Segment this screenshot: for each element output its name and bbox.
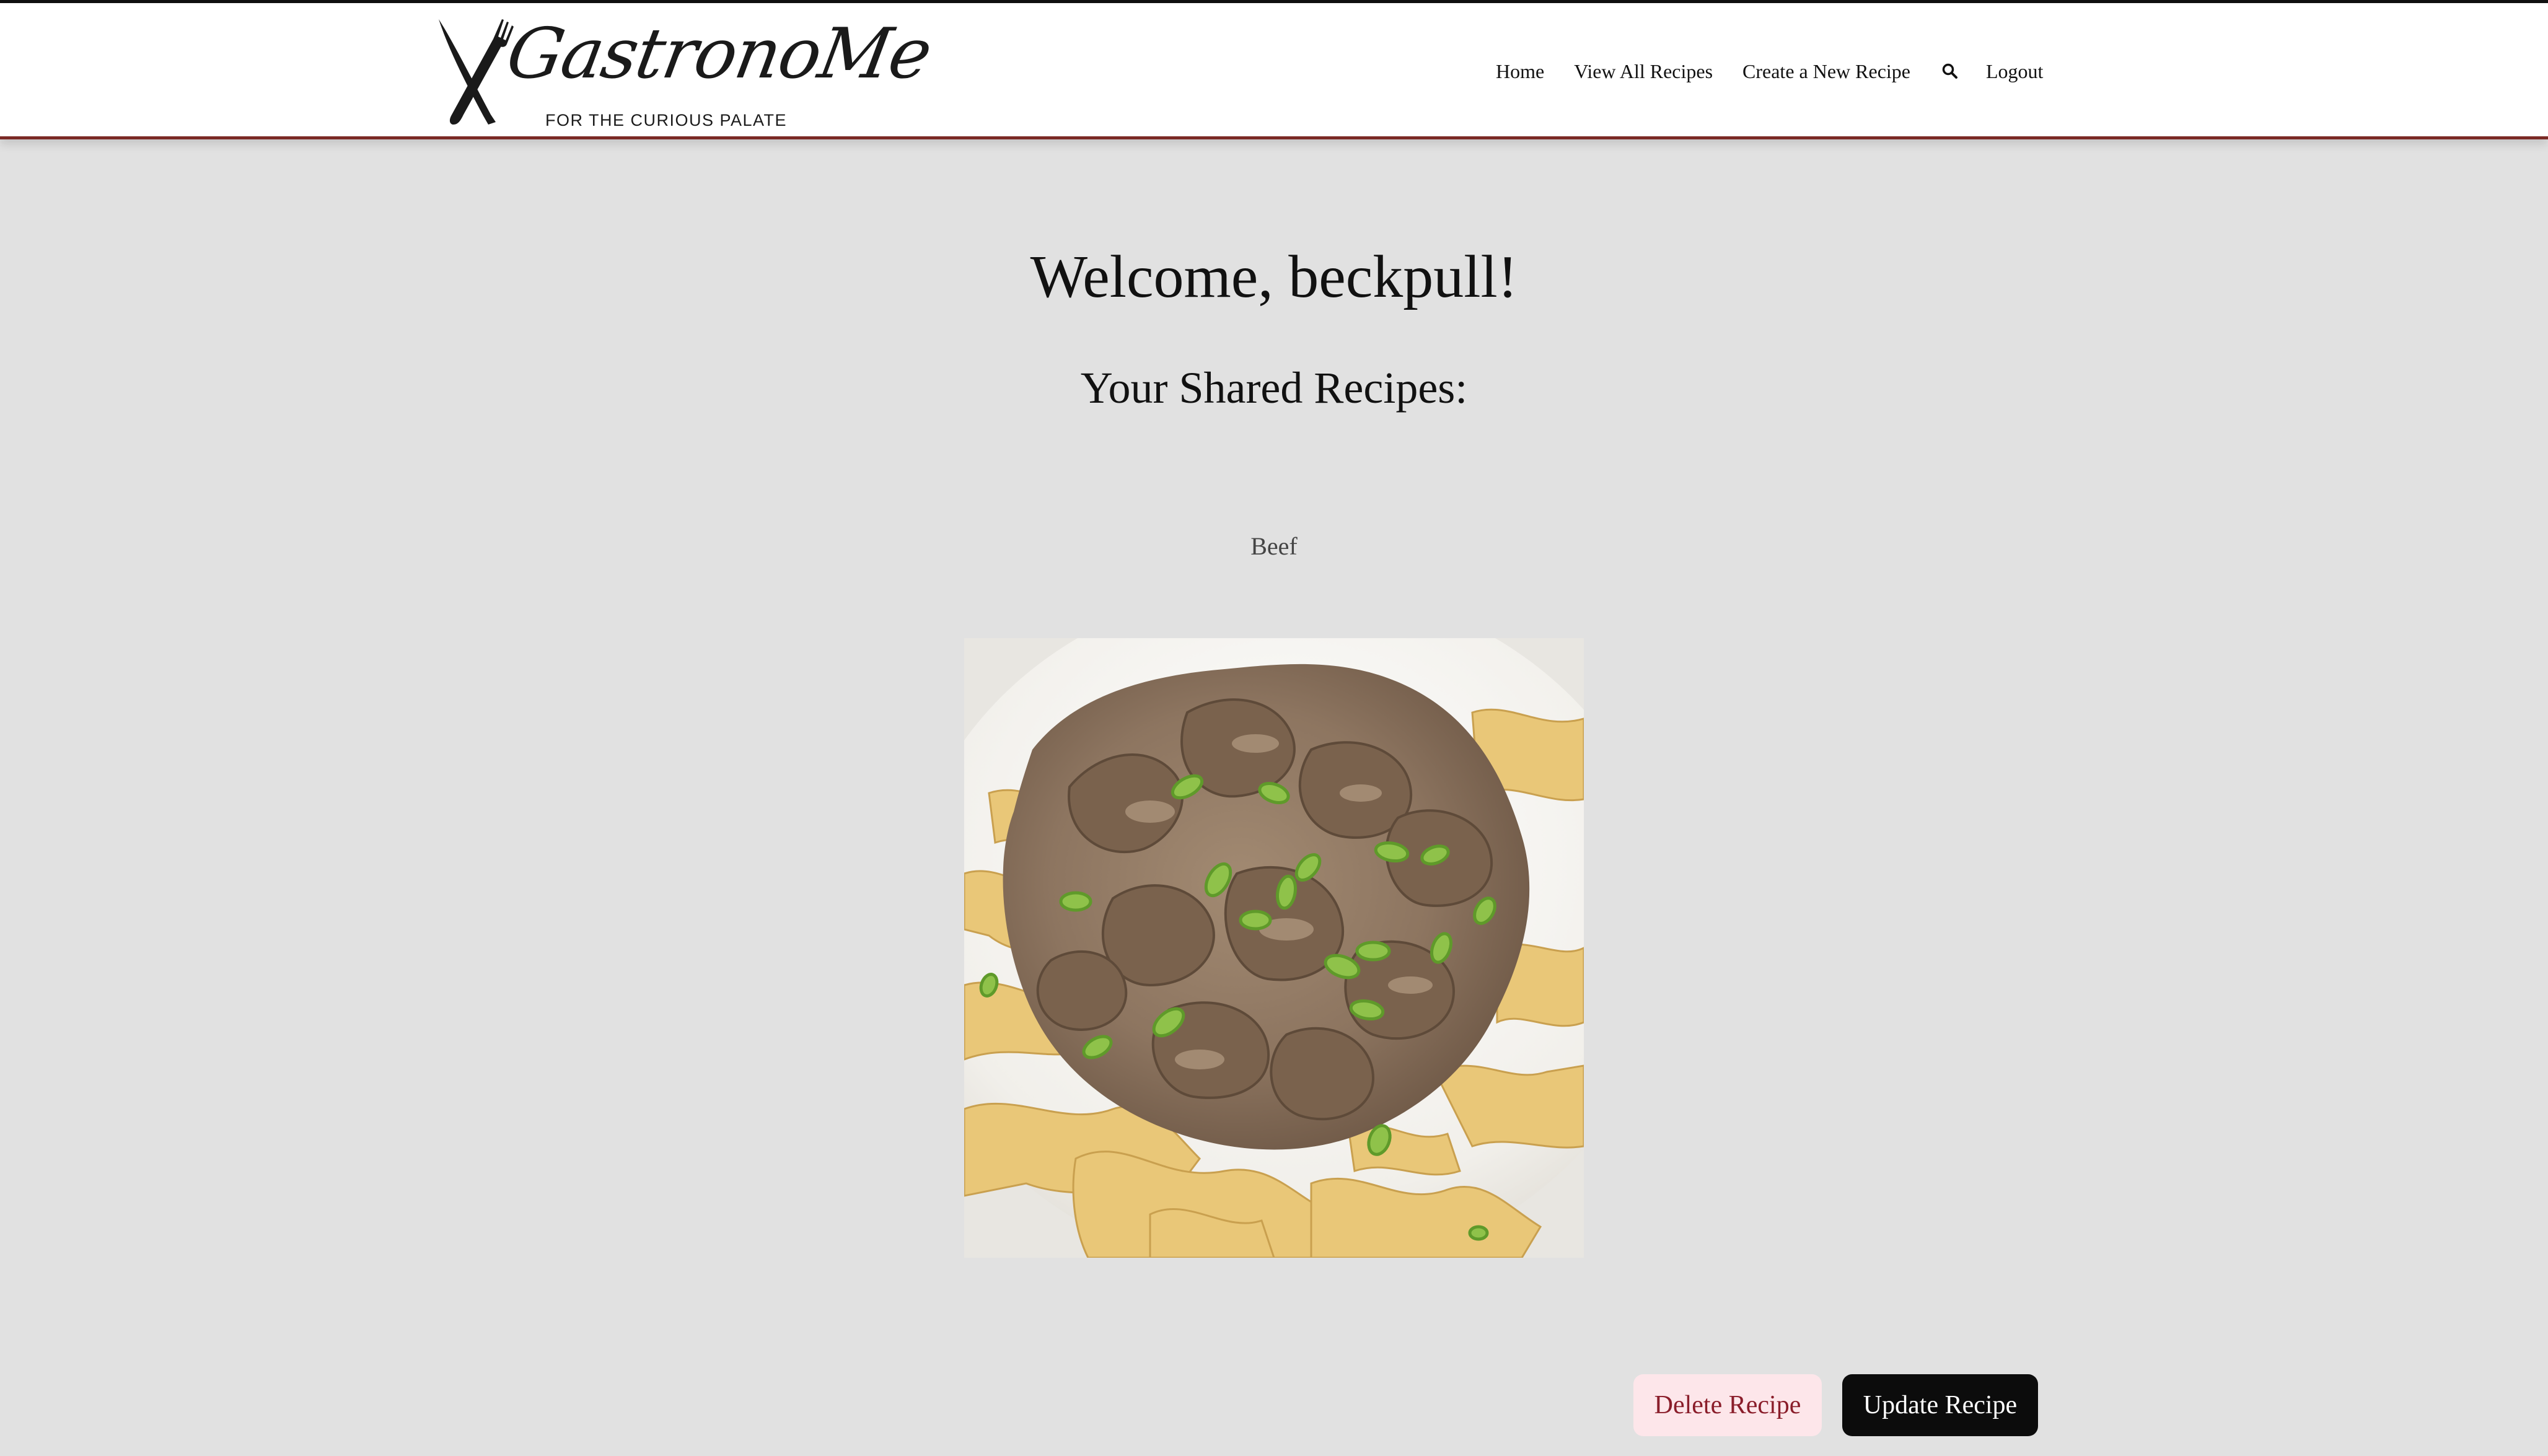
recipe-card: Beef Delete Recipe Update Recipe bbox=[0, 0, 2548, 1456]
nav-home-link[interactable]: Home bbox=[1496, 60, 1544, 83]
beef-stroganoff-photo bbox=[964, 638, 1584, 1258]
main-nav: Home View All Recipes Create a New Recip… bbox=[1487, 3, 2043, 139]
fork-knife-icon bbox=[439, 19, 514, 125]
delete-recipe-button[interactable]: Delete Recipe bbox=[1633, 1374, 1822, 1436]
recipe-image[interactable] bbox=[964, 638, 1584, 1258]
nav-view-all-recipes-link[interactable]: View All Recipes bbox=[1574, 60, 1713, 83]
search-icon[interactable] bbox=[1941, 63, 1959, 80]
page-title: Welcome, beckpull! bbox=[1030, 243, 1518, 310]
update-recipe-button[interactable]: Update Recipe bbox=[1842, 1374, 2038, 1436]
site-header: GastronoMe FOR THE CURIOUS PALATE Home V… bbox=[0, 3, 2548, 139]
brand-name: GastronoMe bbox=[501, 14, 937, 94]
recipe-title[interactable]: Beef bbox=[0, 532, 2548, 561]
brand-tagline: FOR THE CURIOUS PALATE bbox=[545, 111, 788, 129]
nav-logout-link[interactable]: Logout bbox=[1986, 60, 2043, 83]
shared-recipes-heading: Your Shared Recipes: bbox=[1080, 363, 1468, 413]
brand-logo[interactable]: GastronoMe FOR THE CURIOUS PALATE bbox=[434, 14, 937, 132]
nav-create-recipe-link[interactable]: Create a New Recipe bbox=[1742, 60, 1910, 83]
